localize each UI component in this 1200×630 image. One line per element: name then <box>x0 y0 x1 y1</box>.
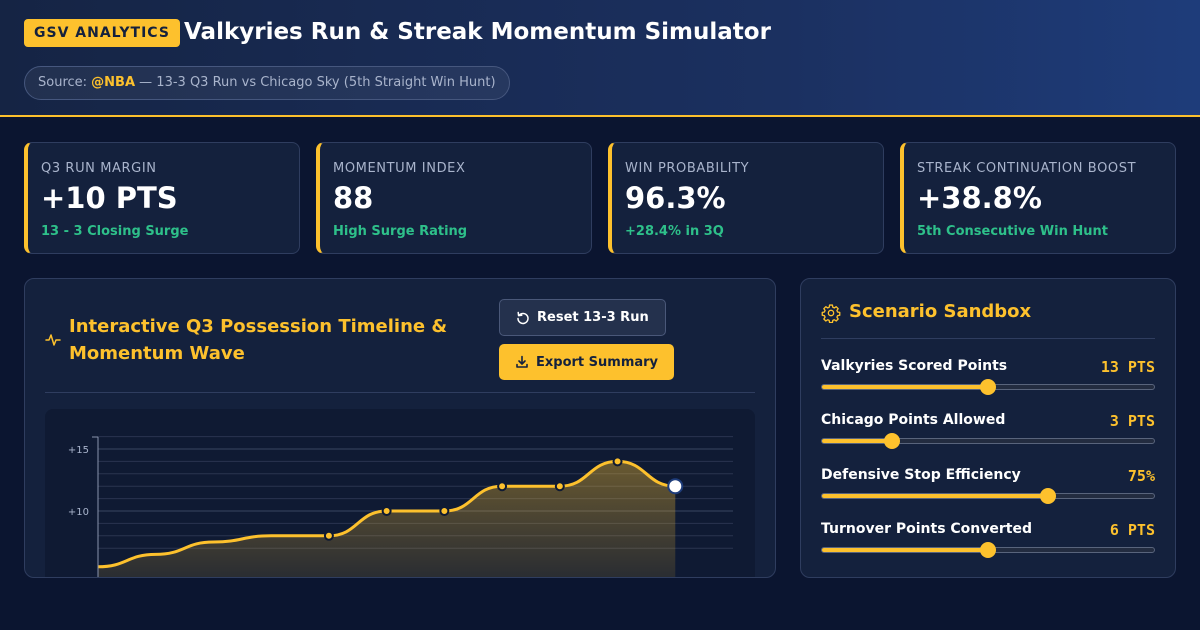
source-prefix: Source: <box>38 75 88 90</box>
slider-track[interactable] <box>821 379 1155 395</box>
kpi-card-momentum-index: MOMENTUM INDEX 88 High Surge Rating <box>316 142 592 254</box>
kpi-card-streak-boost: STREAK CONTINUATION BOOST +38.8% 5th Con… <box>900 142 1176 254</box>
possession-point[interactable] <box>439 506 450 516</box>
reset-run-label: Reset 13-3 Run <box>537 310 649 325</box>
slider-fill <box>822 439 892 443</box>
slider-value: 75% <box>1127 467 1155 485</box>
slider-track[interactable] <box>821 433 1155 449</box>
reset-icon <box>517 311 529 324</box>
export-summary-button[interactable]: Export Summary <box>499 344 675 380</box>
sandbox-title: Scenario Sandbox <box>849 301 1032 322</box>
momentum-area-fill <box>98 461 676 577</box>
kpi-card-win-probability: WIN PROBABILITY 96.3% +28.4% in 3Q <box>608 142 884 254</box>
slider-fill <box>822 385 988 389</box>
app-header: GSV ANALYTICS Valkyries Run & Streak Mom… <box>0 0 1200 117</box>
scenario-sandbox-panel: Scenario Sandbox Valkyries Scored Points… <box>800 278 1176 578</box>
kpi-subtext: 5th Consecutive Win Hunt <box>917 224 1108 239</box>
kpi-card-run-margin: Q3 RUN MARGIN +10 PTS 13 - 3 Closing Sur… <box>24 142 300 254</box>
slider-fill <box>822 494 1048 498</box>
momentum-wave-chart: +15 +10 <box>68 436 733 577</box>
timeline-panel: Interactive Q3 Possession Timeline & Mom… <box>24 278 776 578</box>
slider-label: Turnover Points Converted <box>821 521 1033 537</box>
slider-fill <box>822 548 988 552</box>
section-divider <box>821 338 1155 339</box>
timeline-title: Interactive Q3 Possession Timeline & Mom… <box>69 316 448 364</box>
slider-value: 3 PTS <box>1109 412 1155 430</box>
slider-label: Valkyries Scored Points <box>821 358 1008 374</box>
possession-point[interactable] <box>497 481 508 492</box>
y-tick-label: +15 <box>68 445 89 456</box>
momentum-chart-area: +15 +10 <box>45 409 755 577</box>
slider-label: Chicago Points Allowed <box>821 412 1006 428</box>
slider-thumb[interactable] <box>980 379 996 395</box>
slider-thumb[interactable] <box>883 433 900 449</box>
kpi-subtext: 13 - 3 Closing Surge <box>41 224 189 239</box>
download-icon <box>516 355 528 368</box>
export-summary-label: Export Summary <box>536 354 659 370</box>
brand-badge: GSV ANALYTICS <box>24 19 180 47</box>
pulse-icon <box>45 334 61 346</box>
section-divider <box>45 392 755 393</box>
kpi-label: STREAK CONTINUATION BOOST <box>917 161 1137 176</box>
possession-point[interactable] <box>323 530 334 541</box>
possession-point[interactable] <box>381 506 392 516</box>
current-possession-point[interactable] <box>667 478 684 495</box>
slider-thumb[interactable] <box>980 542 996 558</box>
y-tick-label: +10 <box>68 507 89 518</box>
source-text: — 13-3 Q3 Run vs Chicago Sky (5th Straig… <box>139 75 496 90</box>
kpi-subtext: High Surge Rating <box>333 224 468 239</box>
page-title: Valkyries Run & Streak Momentum Simulato… <box>184 19 771 45</box>
slider-track[interactable] <box>821 542 1155 558</box>
kpi-subtext: +28.4% in 3Q <box>625 224 724 239</box>
kpi-value: 96.3% <box>625 181 726 215</box>
kpi-label: MOMENTUM INDEX <box>333 161 466 176</box>
reset-run-button[interactable]: Reset 13-3 Run <box>499 299 666 336</box>
slider-thumb[interactable] <box>1039 488 1056 504</box>
kpi-value: +10 PTS <box>41 181 178 215</box>
possession-point[interactable] <box>554 481 565 492</box>
kpi-value: +38.8% <box>917 181 1042 215</box>
possession-point[interactable] <box>612 456 623 467</box>
source-pill: Source: @NBA — 13-3 Q3 Run vs Chicago Sk… <box>24 66 510 100</box>
kpi-label: WIN PROBABILITY <box>625 161 750 176</box>
kpi-label: Q3 RUN MARGIN <box>41 161 157 176</box>
slider-value: 6 PTS <box>1109 521 1155 539</box>
slider-label: Defensive Stop Efficiency <box>821 467 1021 483</box>
source-handle-link[interactable]: @NBA <box>91 75 135 90</box>
slider-track[interactable] <box>821 488 1155 504</box>
kpi-value: 88 <box>333 181 374 215</box>
gear-icon <box>821 304 841 323</box>
slider-value: 13 PTS <box>1100 358 1155 376</box>
